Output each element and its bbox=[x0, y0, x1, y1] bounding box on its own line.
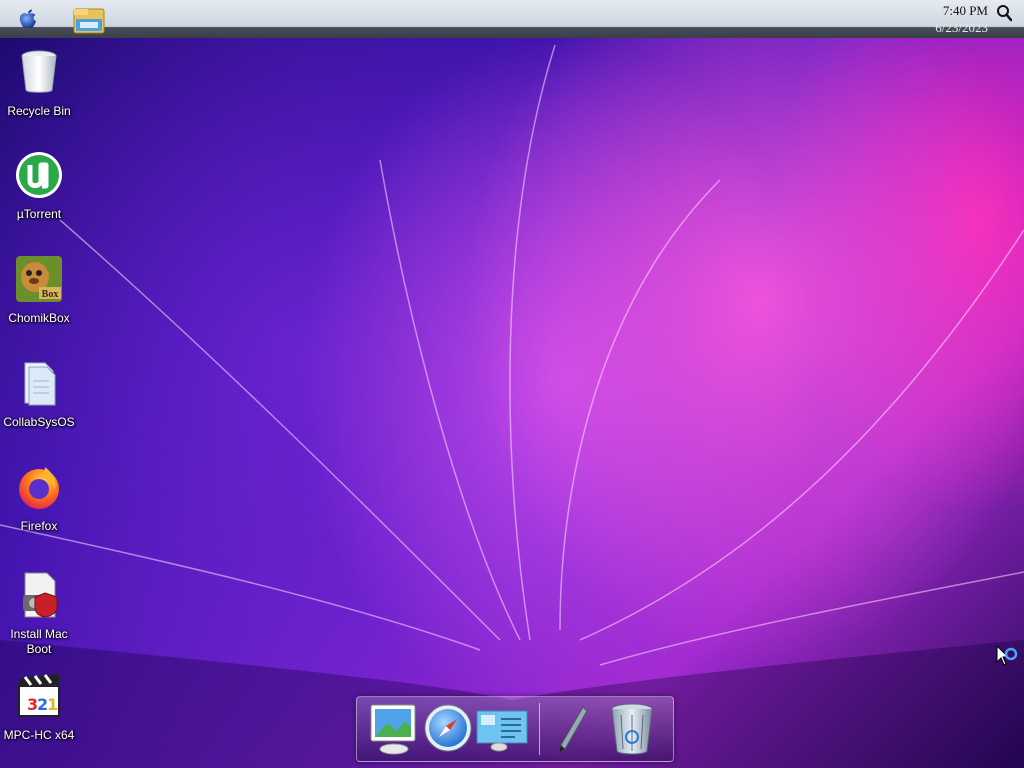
display-settings-icon[interactable] bbox=[475, 701, 529, 757]
svg-text:Box: Box bbox=[42, 289, 59, 300]
pen-icon[interactable] bbox=[547, 701, 601, 757]
desktop[interactable]: 7:40 PM 6/23/2023 Recycle Bin µTorrent B… bbox=[0, 0, 1024, 768]
menu-bar: 7:40 PM 6/23/2023 bbox=[0, 0, 1024, 38]
desktop-icon-mpc-hc[interactable]: 3 2 1 MPC-HC x64 bbox=[0, 672, 78, 743]
desktop-icon-install-mac-boot[interactable]: Install Mac Boot bbox=[0, 571, 78, 657]
file-explorer-icon[interactable] bbox=[72, 5, 106, 35]
clock-date: 6/23/2023 bbox=[935, 20, 988, 35]
search-icon[interactable] bbox=[996, 4, 1012, 22]
desktop-icon-firefox[interactable]: Firefox bbox=[0, 463, 78, 534]
apple-icon[interactable] bbox=[17, 8, 39, 30]
safari-icon[interactable] bbox=[421, 701, 475, 757]
desktop-icon-recycle-bin[interactable]: Recycle Bin bbox=[0, 48, 78, 119]
desktop-icon-label: µTorrent bbox=[16, 207, 62, 221]
folder-icon bbox=[24, 362, 56, 406]
wallpaper bbox=[0, 44, 1024, 768]
firefox-icon bbox=[19, 467, 59, 509]
desktop-icon-label: Install Mac Boot bbox=[10, 627, 68, 656]
desktop-icon-label: Recycle Bin bbox=[7, 104, 71, 118]
utorrent-icon bbox=[16, 152, 62, 198]
clock[interactable]: 7:40 PM 6/23/2023 bbox=[935, 2, 988, 36]
desktop-icon-collabsysos[interactable]: CollabSysOS bbox=[0, 359, 78, 430]
desktop-icon-utorrent[interactable]: µTorrent bbox=[0, 151, 78, 222]
svg-text:1: 1 bbox=[47, 695, 58, 714]
chomikbox-icon: Box bbox=[16, 256, 62, 302]
trash-icon[interactable] bbox=[605, 701, 659, 757]
recycle-bin-icon bbox=[21, 50, 57, 93]
desktop-icon-chomikbox[interactable]: Box ChomikBox bbox=[0, 255, 78, 326]
dock bbox=[356, 696, 674, 762]
dock-separator bbox=[539, 703, 540, 755]
mpc-hc-icon: 3 2 1 bbox=[18, 674, 60, 717]
desktop-icon-label: MPC-HC x64 bbox=[3, 728, 75, 742]
desktop-icon-label: CollabSysOS bbox=[3, 415, 75, 429]
desktop-icon-label: Firefox bbox=[20, 519, 58, 533]
desktop-icon-label: ChomikBox bbox=[8, 311, 70, 325]
clock-time: 7:40 PM bbox=[942, 3, 988, 18]
mouse-cursor-busy-icon bbox=[996, 645, 1018, 666]
installer-icon bbox=[23, 572, 58, 618]
preview-icon[interactable] bbox=[367, 701, 421, 757]
